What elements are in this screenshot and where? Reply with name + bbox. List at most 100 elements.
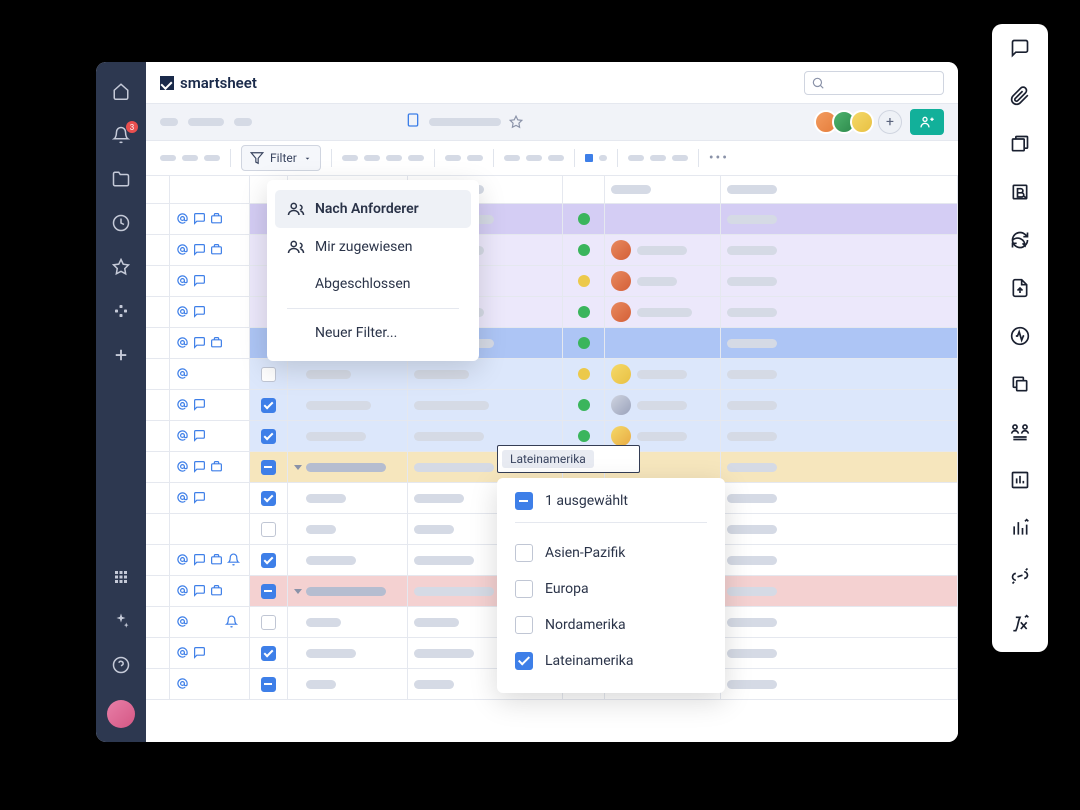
filter-option-new-filter[interactable]: Neuer Filter... — [275, 315, 471, 351]
chat-icon[interactable] — [193, 210, 206, 229]
favorites-icon[interactable] — [112, 258, 130, 280]
share-button[interactable] — [910, 109, 944, 135]
comments-icon[interactable] — [1010, 38, 1030, 62]
update-requests-icon[interactable] — [1010, 230, 1030, 254]
at-icon[interactable] — [176, 334, 189, 353]
grid-row[interactable] — [146, 359, 958, 390]
at-icon[interactable] — [176, 551, 189, 570]
at-icon[interactable] — [176, 613, 189, 632]
chat-icon[interactable] — [193, 334, 206, 353]
at-icon[interactable] — [176, 458, 189, 477]
chat-icon[interactable] — [193, 272, 206, 291]
toolbar-item[interactable] — [672, 155, 688, 161]
active-toolbar-item[interactable] — [585, 154, 593, 162]
checkbox-checked[interactable] — [261, 398, 276, 413]
add-collaborator-button[interactable]: + — [878, 110, 902, 134]
chat-icon[interactable] — [193, 489, 206, 508]
sparkle-icon[interactable] — [112, 612, 130, 634]
copy-icon[interactable] — [1010, 374, 1030, 398]
checkbox-empty[interactable] — [261, 615, 276, 630]
toolbar-item[interactable] — [408, 155, 424, 161]
attachments-icon[interactable] — [1010, 86, 1030, 110]
checkbox-checked[interactable] — [261, 646, 276, 661]
chat-icon[interactable] — [193, 427, 206, 446]
at-icon[interactable] — [176, 303, 189, 322]
toolbar-item[interactable] — [386, 155, 402, 161]
checkbox-indeterminate[interactable] — [261, 584, 276, 599]
chat-icon[interactable] — [193, 303, 206, 322]
assignee-avatar[interactable] — [611, 364, 631, 384]
checkbox-empty[interactable] — [261, 367, 276, 382]
region-option[interactable]: Nordamerika — [515, 607, 707, 643]
checkbox-indeterminate[interactable] — [261, 460, 276, 475]
search-input[interactable] — [804, 71, 944, 95]
chat-icon[interactable] — [193, 241, 206, 260]
filter-option-by-requester[interactable]: Nach Anforderer — [275, 190, 471, 228]
toolbar-item[interactable] — [628, 155, 644, 161]
brandfolder-icon[interactable] — [1010, 182, 1030, 206]
activity-log-icon[interactable] — [1010, 326, 1030, 350]
checkbox-indeterminate[interactable] — [261, 677, 276, 692]
assignee-avatar[interactable] — [611, 426, 631, 446]
expand-caret-icon[interactable] — [294, 465, 302, 470]
filter-button[interactable]: Filter — [241, 145, 321, 171]
chat-icon[interactable] — [193, 396, 206, 415]
at-icon[interactable] — [176, 582, 189, 601]
recent-icon[interactable] — [112, 214, 130, 236]
help-icon[interactable] — [112, 656, 130, 678]
toolbar-item[interactable] — [599, 155, 607, 161]
home-icon[interactable] — [112, 82, 130, 104]
toolbar-item[interactable] — [342, 155, 358, 161]
brief-icon[interactable] — [210, 241, 223, 260]
avatar[interactable] — [850, 110, 874, 134]
brand-logo[interactable]: smartsheet — [160, 74, 257, 92]
publish-icon[interactable] — [1010, 278, 1030, 302]
at-icon[interactable] — [176, 241, 189, 260]
toolbar-item[interactable] — [204, 155, 220, 161]
brief-icon[interactable] — [210, 582, 223, 601]
at-icon[interactable] — [176, 210, 189, 229]
user-avatar[interactable] — [107, 700, 135, 728]
toolbar-item[interactable] — [160, 155, 176, 161]
filter-option-assigned-to-me[interactable]: Mir zugewiesen — [275, 228, 471, 266]
workspaces-icon[interactable] — [112, 302, 130, 324]
brief-icon[interactable] — [210, 334, 223, 353]
bell-icon[interactable] — [227, 551, 240, 570]
apps-icon[interactable] — [112, 568, 130, 590]
toolbar-item[interactable] — [467, 155, 483, 161]
at-icon[interactable] — [176, 396, 189, 415]
at-icon[interactable] — [176, 272, 189, 291]
folder-icon[interactable] — [112, 170, 130, 192]
at-icon[interactable] — [176, 644, 189, 663]
brief-icon[interactable] — [210, 551, 223, 570]
checkbox-checked[interactable] — [261, 553, 276, 568]
star-outline-icon[interactable] — [509, 115, 523, 129]
toolbar-item[interactable] — [526, 155, 542, 161]
assignee-avatar[interactable] — [611, 240, 631, 260]
charts-icon[interactable] — [1010, 518, 1030, 542]
summary-icon[interactable] — [1010, 470, 1030, 494]
proofs-icon[interactable] — [1010, 134, 1030, 158]
checkbox-empty[interactable] — [261, 522, 276, 537]
at-icon[interactable] — [176, 427, 189, 446]
chat-icon[interactable] — [193, 551, 206, 570]
assignee-avatar[interactable] — [611, 271, 631, 291]
checkbox-checked[interactable] — [261, 491, 276, 506]
expand-caret-icon[interactable] — [294, 589, 302, 594]
toolbar-item[interactable] — [182, 155, 198, 161]
toolbar-item[interactable] — [504, 155, 520, 161]
chat-icon[interactable] — [193, 582, 206, 601]
filter-option-completed[interactable]: Abgeschlossen — [275, 266, 471, 302]
region-cell-active[interactable]: Lateinamerika — [497, 445, 640, 473]
resource-management-icon[interactable] — [1010, 422, 1030, 446]
at-icon[interactable] — [176, 489, 189, 508]
connections-icon[interactable] — [1010, 566, 1030, 590]
brief-icon[interactable] — [210, 458, 223, 477]
brief-icon[interactable] — [210, 210, 223, 229]
indeterminate-checkbox-icon[interactable] — [515, 492, 533, 510]
toolbar-item[interactable] — [364, 155, 380, 161]
region-option[interactable]: Asien-Pazifik — [515, 535, 707, 571]
chat-icon[interactable] — [193, 644, 206, 663]
region-option[interactable]: Lateinamerika — [515, 643, 707, 679]
assignee-avatar[interactable] — [611, 395, 631, 415]
